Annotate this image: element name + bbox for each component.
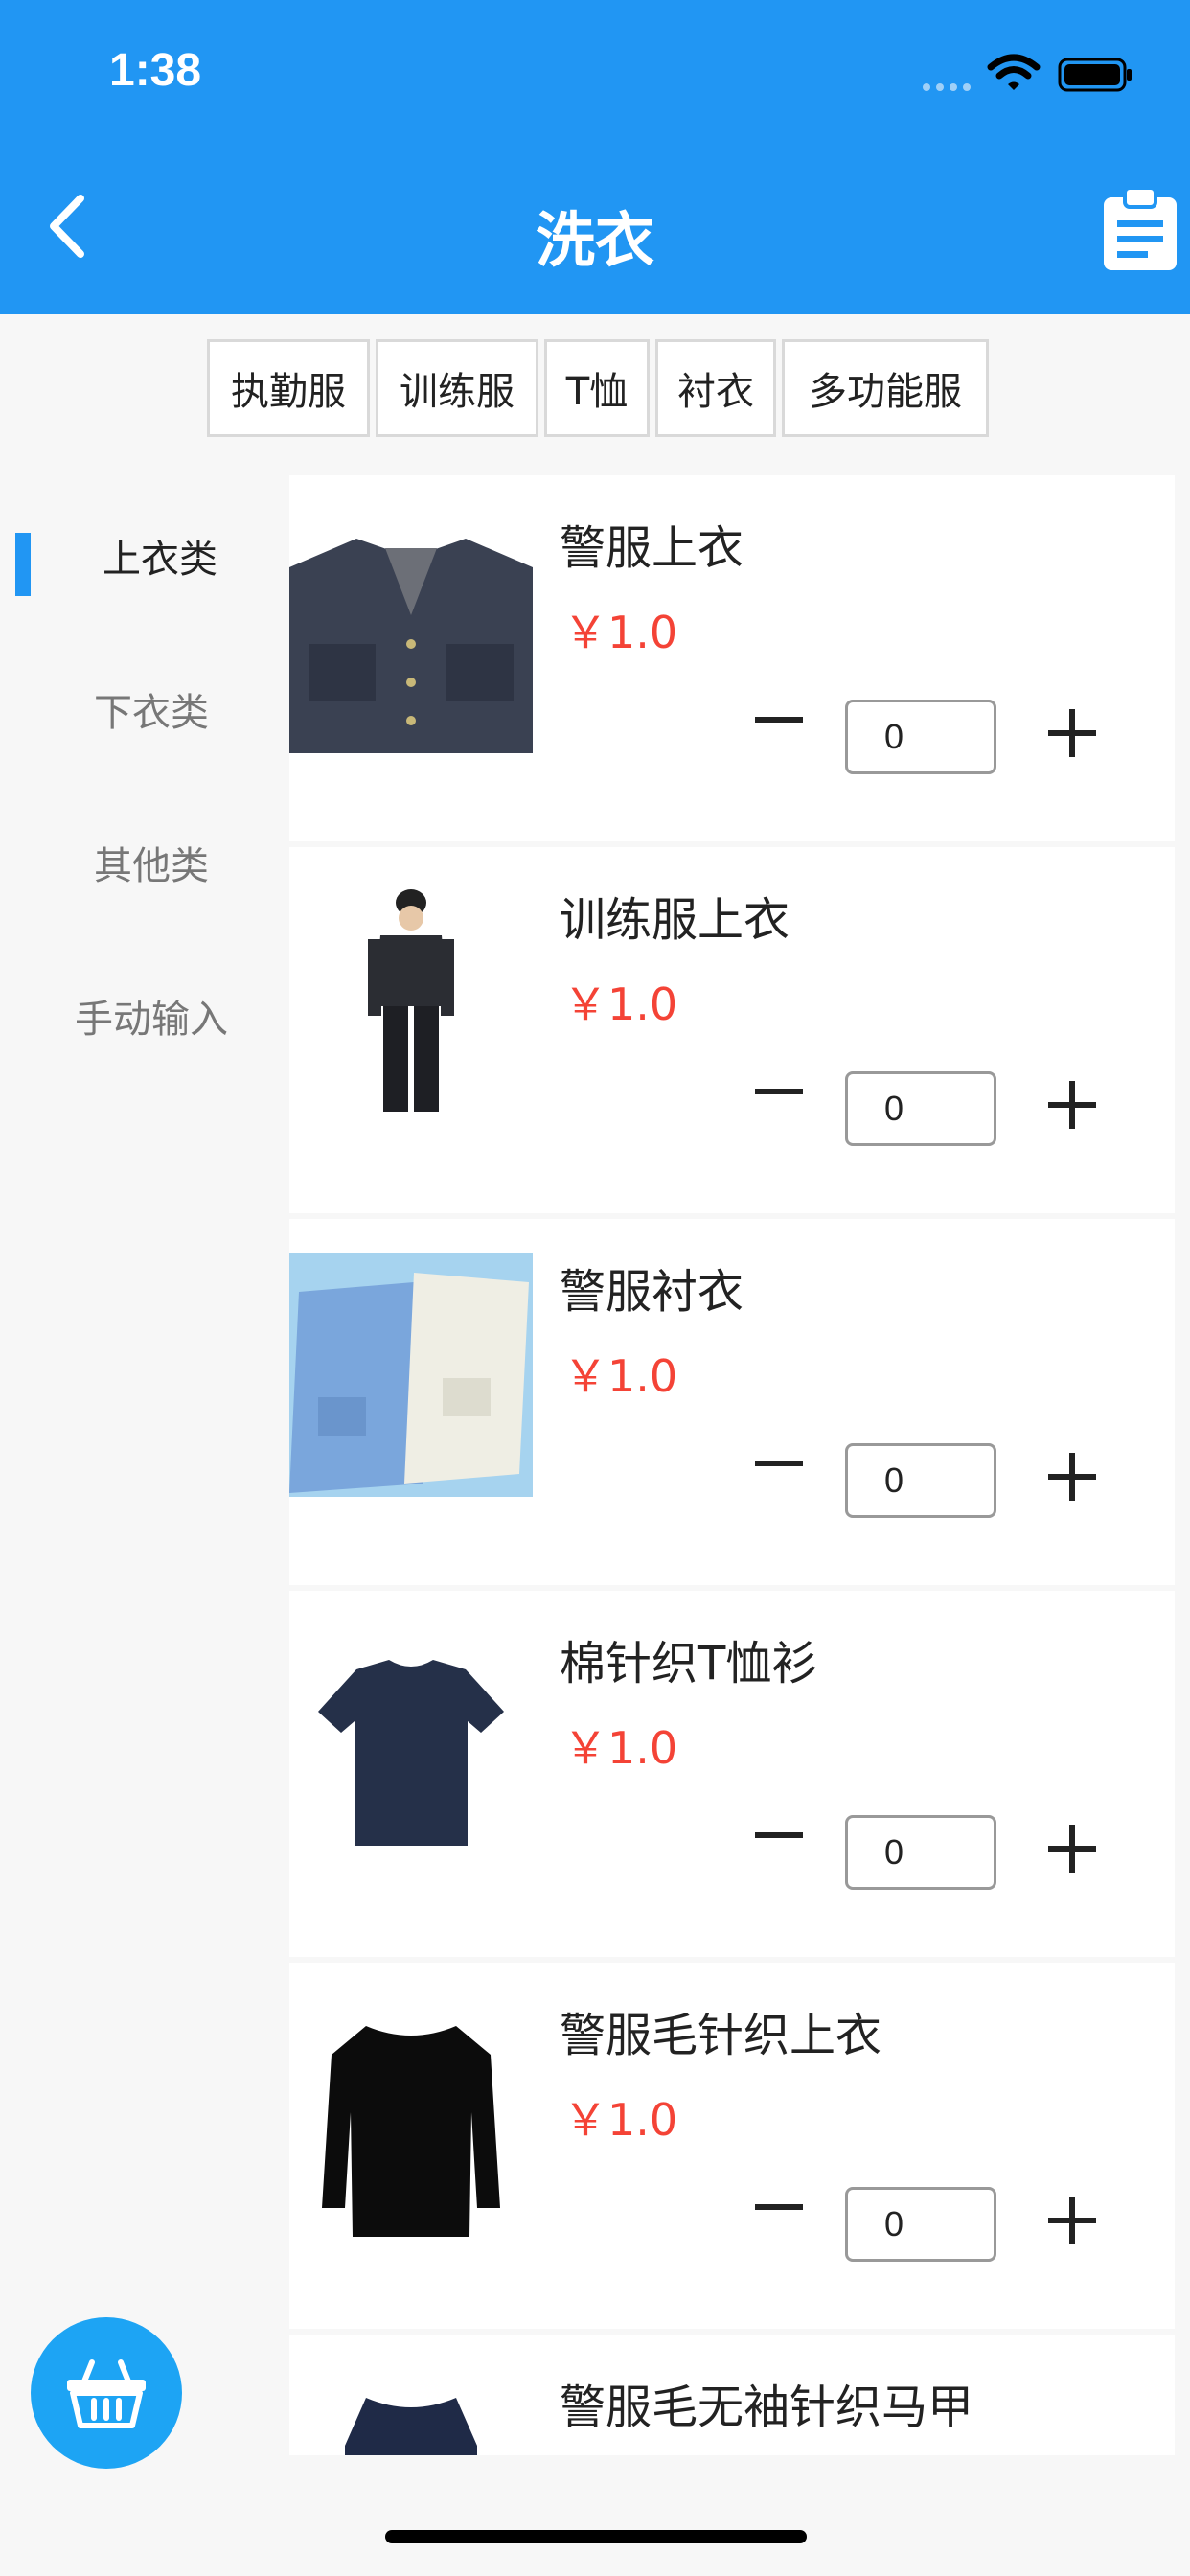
- active-indicator: [15, 533, 31, 596]
- minus-icon: [755, 1460, 803, 1466]
- category-tabs: 执勤服 训练服 T恤 衬衣 多功能服: [207, 339, 989, 437]
- minus-icon: [755, 1832, 803, 1838]
- minus-icon: [755, 2204, 803, 2210]
- tab-shirt[interactable]: 衬衣: [655, 339, 776, 437]
- tab-tshirt[interactable]: T恤: [544, 339, 650, 437]
- product-price: ￥1.0: [563, 978, 678, 1030]
- clipboard-icon[interactable]: [1100, 186, 1180, 272]
- quantity-input[interactable]: [845, 1815, 996, 1890]
- quantity-input[interactable]: [845, 1071, 996, 1146]
- quantity-input[interactable]: [845, 1443, 996, 1518]
- plus-icon: [1048, 709, 1096, 757]
- sidebar-item-tops[interactable]: 上衣类: [0, 479, 287, 632]
- product-card: 棉针织T恤衫 ￥1.0: [289, 1591, 1175, 1957]
- minus-icon: [755, 717, 803, 723]
- basket-button[interactable]: [31, 2317, 182, 2469]
- increase-button[interactable]: [1039, 1815, 1106, 1882]
- category-sidebar: 上衣类 下衣类 其他类 手动输入: [0, 479, 287, 1092]
- quantity-input[interactable]: [845, 2187, 996, 2262]
- product-name: 警服衬衣: [560, 1265, 744, 1319]
- product-price: ￥1.0: [563, 607, 678, 658]
- plus-icon: [1048, 1453, 1096, 1501]
- product-card: 训练服上衣 ￥1.0: [289, 847, 1175, 1213]
- sidebar-item-bottoms[interactable]: 下衣类: [0, 632, 287, 786]
- plus-icon: [1048, 1081, 1096, 1129]
- sidebar-item-others[interactable]: 其他类: [0, 786, 287, 939]
- product-card: 警服毛针织上衣 ￥1.0: [289, 1963, 1175, 2329]
- sidebar-item-label: 其他类: [94, 844, 209, 888]
- product-name: 警服毛无袖针织马甲: [560, 2380, 974, 2434]
- tab-training-uniform[interactable]: 训练服: [376, 339, 538, 437]
- sidebar-item-manual-input[interactable]: 手动输入: [0, 939, 287, 1092]
- plus-icon: [1048, 1825, 1096, 1873]
- police-jacket-image: [289, 510, 533, 753]
- tshirt-image: [289, 1625, 533, 1869]
- product-name: 训练服上衣: [560, 893, 790, 947]
- sidebar-item-label: 下衣类: [94, 691, 209, 735]
- increase-button[interactable]: [1039, 1071, 1106, 1138]
- product-price: ￥1.0: [563, 1350, 678, 1402]
- basket-icon: [67, 2359, 146, 2428]
- signal-icon: [923, 83, 971, 91]
- product-card: 警服上衣 ￥1.0: [289, 475, 1175, 841]
- decrease-button[interactable]: [745, 686, 812, 753]
- product-name: 警服毛针织上衣: [560, 2009, 882, 2062]
- increase-button[interactable]: [1039, 1443, 1106, 1510]
- decrease-button[interactable]: [745, 2174, 812, 2241]
- sidebar-item-label: 上衣类: [103, 538, 217, 582]
- training-uniform-image: [289, 882, 533, 1125]
- tab-duty-uniform[interactable]: 执勤服: [207, 339, 370, 437]
- product-card: 警服衬衣 ￥1.0: [289, 1219, 1175, 1585]
- battery-icon: [1058, 58, 1132, 92]
- product-price: ￥1.0: [563, 2094, 678, 2146]
- app-header: 1:38 洗衣: [0, 0, 1190, 314]
- vest-image: [289, 2369, 533, 2455]
- increase-button[interactable]: [1039, 2187, 1106, 2254]
- decrease-button[interactable]: [745, 1802, 812, 1869]
- tab-multifunction[interactable]: 多功能服: [782, 339, 989, 437]
- product-name: 警服上衣: [560, 521, 744, 575]
- sweater-image: [289, 1997, 533, 2241]
- home-indicator[interactable]: [385, 2530, 807, 2543]
- quantity-input[interactable]: [845, 700, 996, 774]
- increase-button[interactable]: [1039, 700, 1106, 767]
- sidebar-item-label: 手动输入: [75, 998, 228, 1042]
- minus-icon: [755, 1089, 803, 1094]
- status-time: 1:38: [109, 45, 202, 96]
- product-price: ￥1.0: [563, 1722, 678, 1774]
- product-card: 警服毛无袖针织马甲: [289, 2334, 1175, 2455]
- page-title: 洗衣: [535, 205, 654, 275]
- decrease-button[interactable]: [745, 1430, 812, 1497]
- police-shirts-image: [289, 1254, 533, 1497]
- plus-icon: [1048, 2196, 1096, 2244]
- product-name: 棉针织T恤衫: [560, 1637, 818, 1690]
- decrease-button[interactable]: [745, 1058, 812, 1125]
- product-list[interactable]: 警服上衣 ￥1.0 训练服上衣 ￥1.0: [289, 475, 1175, 2455]
- wifi-icon: [987, 54, 1041, 90]
